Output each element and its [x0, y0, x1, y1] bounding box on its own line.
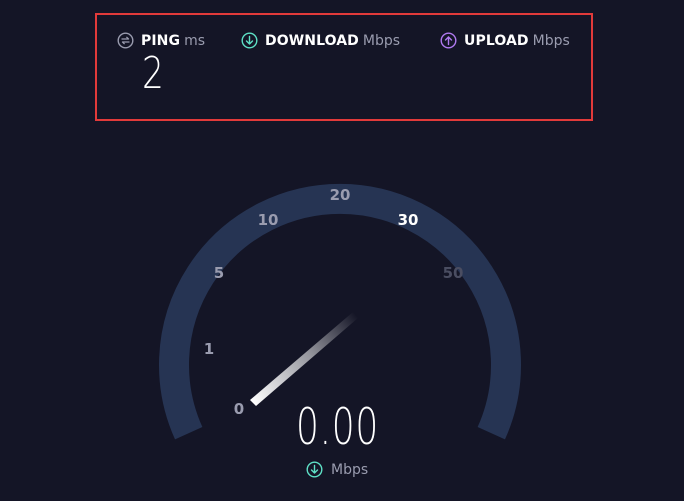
speed-unit-label: Mbps [331, 461, 369, 478]
speed-unit: Mbps [306, 461, 368, 478]
tick-label: 5 [214, 264, 224, 282]
gauge-needle [250, 312, 358, 406]
tick-label: 0 [234, 400, 244, 418]
tick-label: 20 [330, 186, 351, 204]
tick-label: 1 [204, 340, 214, 358]
tick-label-active: 30 [398, 211, 419, 229]
speedtest-page: PING ms 2 DOWNLOAD Mbps UPLOAD Mbps 0 1 … [0, 0, 684, 501]
download-icon [306, 461, 323, 478]
current-speed-value: 0.00 [296, 398, 380, 456]
tick-label: 10 [258, 211, 279, 229]
tick-label: 50 [443, 264, 464, 282]
